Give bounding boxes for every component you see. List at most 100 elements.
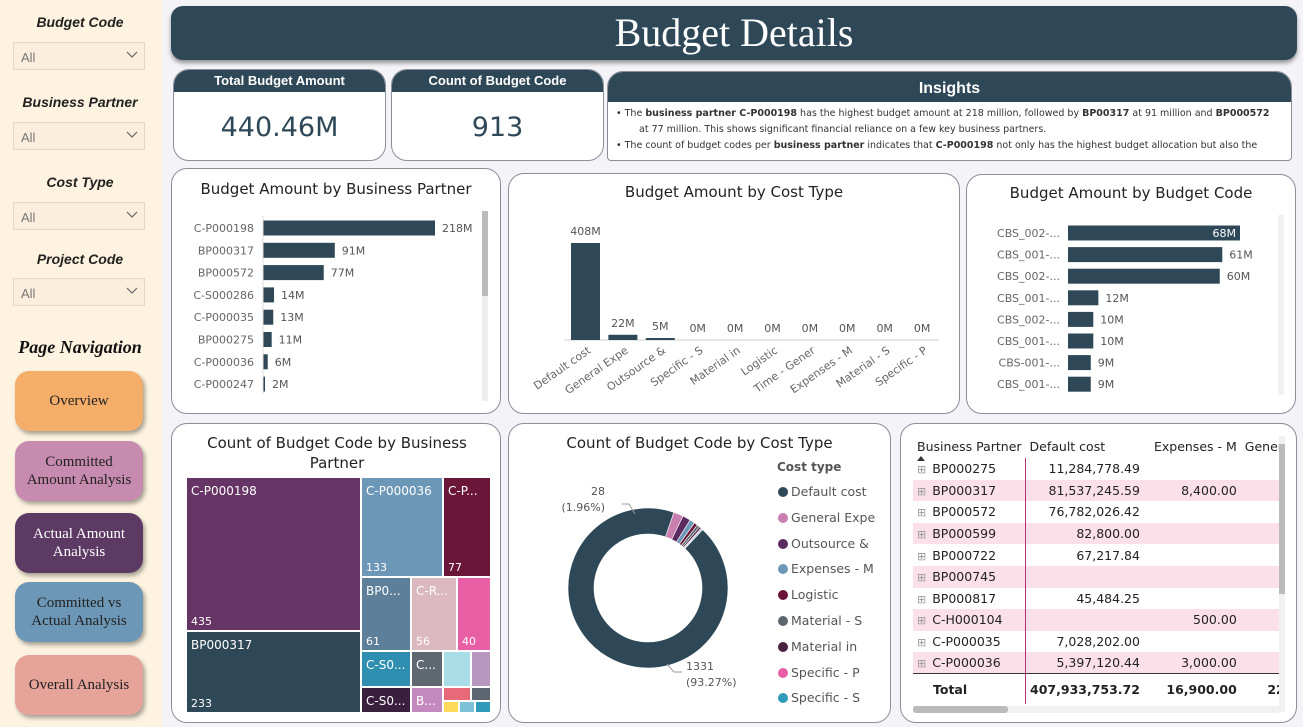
legend-item[interactable]: Specific - P (778, 665, 860, 680)
vertical-scrollbar[interactable] (1279, 436, 1285, 712)
partner-cell[interactable]: ⊞ BP000572 (913, 501, 1027, 523)
table-row[interactable]: ⊞ BP000817 45,484.25 (913, 587, 1279, 610)
legend-item[interactable]: Material - S (778, 613, 862, 628)
project-code-dropdown[interactable]: All (13, 278, 145, 306)
legend-item[interactable]: Default cost (778, 484, 867, 499)
actual-amount-analysis-button[interactable]: Actual Amount Analysis (15, 513, 143, 573)
treemap-tile[interactable]: C-S0... (362, 688, 410, 712)
legend-item[interactable]: General Expe (778, 510, 875, 525)
table-row[interactable]: ⊞ BP000572 76,782,026.42 (913, 501, 1279, 523)
bar-category-label: C-P000036 (194, 356, 254, 369)
treemap-tile[interactable] (444, 652, 470, 686)
matrix-col-header[interactable]: Expenses - M (1144, 434, 1241, 458)
legend-item[interactable]: Outsource & (778, 536, 869, 551)
expand-plus-icon[interactable]: ⊞ (917, 550, 926, 563)
total-budget-kpi-card: Total Budget Amount 440.46M (173, 69, 386, 161)
horizontal-scrollbar[interactable] (913, 706, 1279, 713)
treemap-tile[interactable] (444, 688, 470, 700)
matrix-col-header[interactable]: Business Partner (913, 434, 1026, 458)
cost-type-dropdown[interactable]: All (13, 202, 145, 230)
expand-plus-icon[interactable]: ⊞ (917, 485, 926, 498)
committed-amount-analysis-button[interactable]: Committed Amount Analysis (15, 441, 143, 501)
scrollbar[interactable] (1278, 215, 1284, 395)
treemap-tile[interactable]: C-P000198 435 (187, 478, 360, 630)
treemap-tile[interactable]: C-P000036 133 (362, 478, 442, 576)
partner-cell[interactable]: ⊞ C-H000104 (913, 609, 1027, 631)
overview-button[interactable]: Overview (15, 371, 143, 431)
table-row[interactable]: ⊞ BP000317 81,537,245.59 8,400.009,336, (913, 479, 1279, 502)
partner-cell[interactable]: ⊞ C-P000036 (913, 652, 1027, 674)
partner-name: BP000572 (932, 504, 997, 520)
budget-code-dropdown[interactable]: All (13, 42, 145, 70)
legend-item[interactable]: Expenses - M (778, 561, 874, 576)
chevron-down-icon (126, 287, 138, 294)
value-cell: 8,400.00 (1181, 482, 1237, 498)
legend-item[interactable]: Material in (778, 639, 857, 654)
partner-cell[interactable]: ⊞ BP000275 (913, 458, 1027, 480)
budget-code-count-kpi-value: 913 (471, 112, 524, 143)
table-row[interactable]: ⊞ BP000599 82,800.00 (913, 522, 1279, 545)
partner-cell[interactable]: ⊞ C-P000035 (913, 630, 1027, 653)
treemap-tile[interactable] (476, 702, 490, 712)
treemap-tile[interactable] (444, 702, 458, 712)
partner-cell[interactable]: ⊞ BP000722 (913, 544, 1027, 566)
table-row[interactable]: ⊞ BP000722 67,217.84 (913, 544, 1279, 566)
treemap-tile[interactable]: C... (412, 652, 442, 686)
treemap-tile[interactable]: BP0... 61 (362, 578, 410, 650)
value-cell (1144, 544, 1241, 566)
budget-matrix-table: Business Partner Default cost Expenses -… (913, 434, 1279, 704)
expand-plus-icon[interactable]: ⊞ (917, 571, 926, 584)
sort-ascending-icon[interactable] (917, 456, 925, 461)
partner-cell[interactable]: ⊞ BP000745 (913, 565, 1027, 588)
treemap-tile[interactable]: C-R... 56 (412, 578, 456, 650)
treemap-tile[interactable] (472, 688, 490, 700)
table-row[interactable]: ⊞ C-H000104 500.00 (913, 609, 1279, 631)
treemap-tile[interactable]: 40 (458, 578, 490, 650)
bar-value-label: 91M (342, 244, 366, 257)
legend-item[interactable]: Logistic (778, 587, 839, 602)
treemap-tile[interactable]: BP000317 233 (187, 632, 360, 712)
bar-value-label: 2M (272, 378, 289, 391)
bar (1068, 376, 1091, 392)
table-row[interactable]: ⊞ C-P000036 5,397,120.44 3,000.00 (913, 652, 1279, 674)
treemap-tile[interactable]: C-S0... (362, 652, 410, 686)
treemap-tile[interactable]: C-P... 77 (444, 478, 490, 576)
table-row[interactable]: ⊞ BP000275 11,284,778.49 (913, 458, 1279, 480)
expand-plus-icon[interactable]: ⊞ (917, 636, 926, 649)
treemap-tile[interactable] (472, 652, 490, 686)
treemap-tile-label: C-P000198 (191, 484, 257, 498)
expand-plus-icon[interactable]: ⊞ (917, 463, 926, 476)
insights-title: Insights (608, 72, 1291, 102)
value-cell (1241, 652, 1279, 674)
expand-plus-icon[interactable]: ⊞ (917, 506, 926, 519)
bar-category-label: CBS_001-... (997, 335, 1060, 348)
treemap-tile[interactable] (460, 702, 474, 712)
committed-vs-actual-analysis-button[interactable]: Committed vs Actual Analysis (15, 582, 143, 642)
bar-value-label: 9M (1098, 378, 1115, 391)
expand-plus-icon[interactable]: ⊞ (917, 528, 926, 541)
matrix-col-header[interactable]: Default cost (1026, 434, 1144, 458)
partner-cell[interactable]: ⊞ BP000599 (913, 522, 1027, 545)
committed-vs-actual-analysis-button-label: Committed vs Actual Analysis (31, 595, 127, 629)
value-cell (1241, 523, 1279, 545)
treemap-tile-count: 435 (191, 615, 212, 628)
bar (263, 287, 275, 303)
overall-analysis-button[interactable]: Overall Analysis (15, 655, 143, 715)
table-row[interactable]: ⊞ BP000745 (913, 565, 1279, 588)
bar-value-label: 12M (1105, 292, 1129, 305)
legend-label: Outsource & (791, 535, 869, 551)
legend-item[interactable]: Specific - S (778, 690, 860, 705)
table-row[interactable]: ⊞ C-P000035 7,028,202.00 6,215, (913, 630, 1279, 653)
partner-cell[interactable]: ⊞ BP000317 (913, 479, 1027, 502)
business-partner-dropdown[interactable]: All (13, 122, 145, 150)
bar (263, 220, 435, 236)
partner-name: C-H000104 (932, 612, 1003, 628)
scrollbar[interactable] (482, 211, 488, 401)
expand-plus-icon[interactable]: ⊞ (917, 614, 926, 627)
matrix-col-header[interactable]: General (1241, 434, 1279, 458)
treemap-tile-count: 56 (416, 635, 430, 648)
expand-plus-icon[interactable]: ⊞ (917, 657, 926, 670)
expand-plus-icon[interactable]: ⊞ (917, 593, 926, 606)
partner-cell[interactable]: ⊞ BP000817 (913, 587, 1027, 610)
treemap-tile[interactable]: B... (412, 688, 442, 712)
